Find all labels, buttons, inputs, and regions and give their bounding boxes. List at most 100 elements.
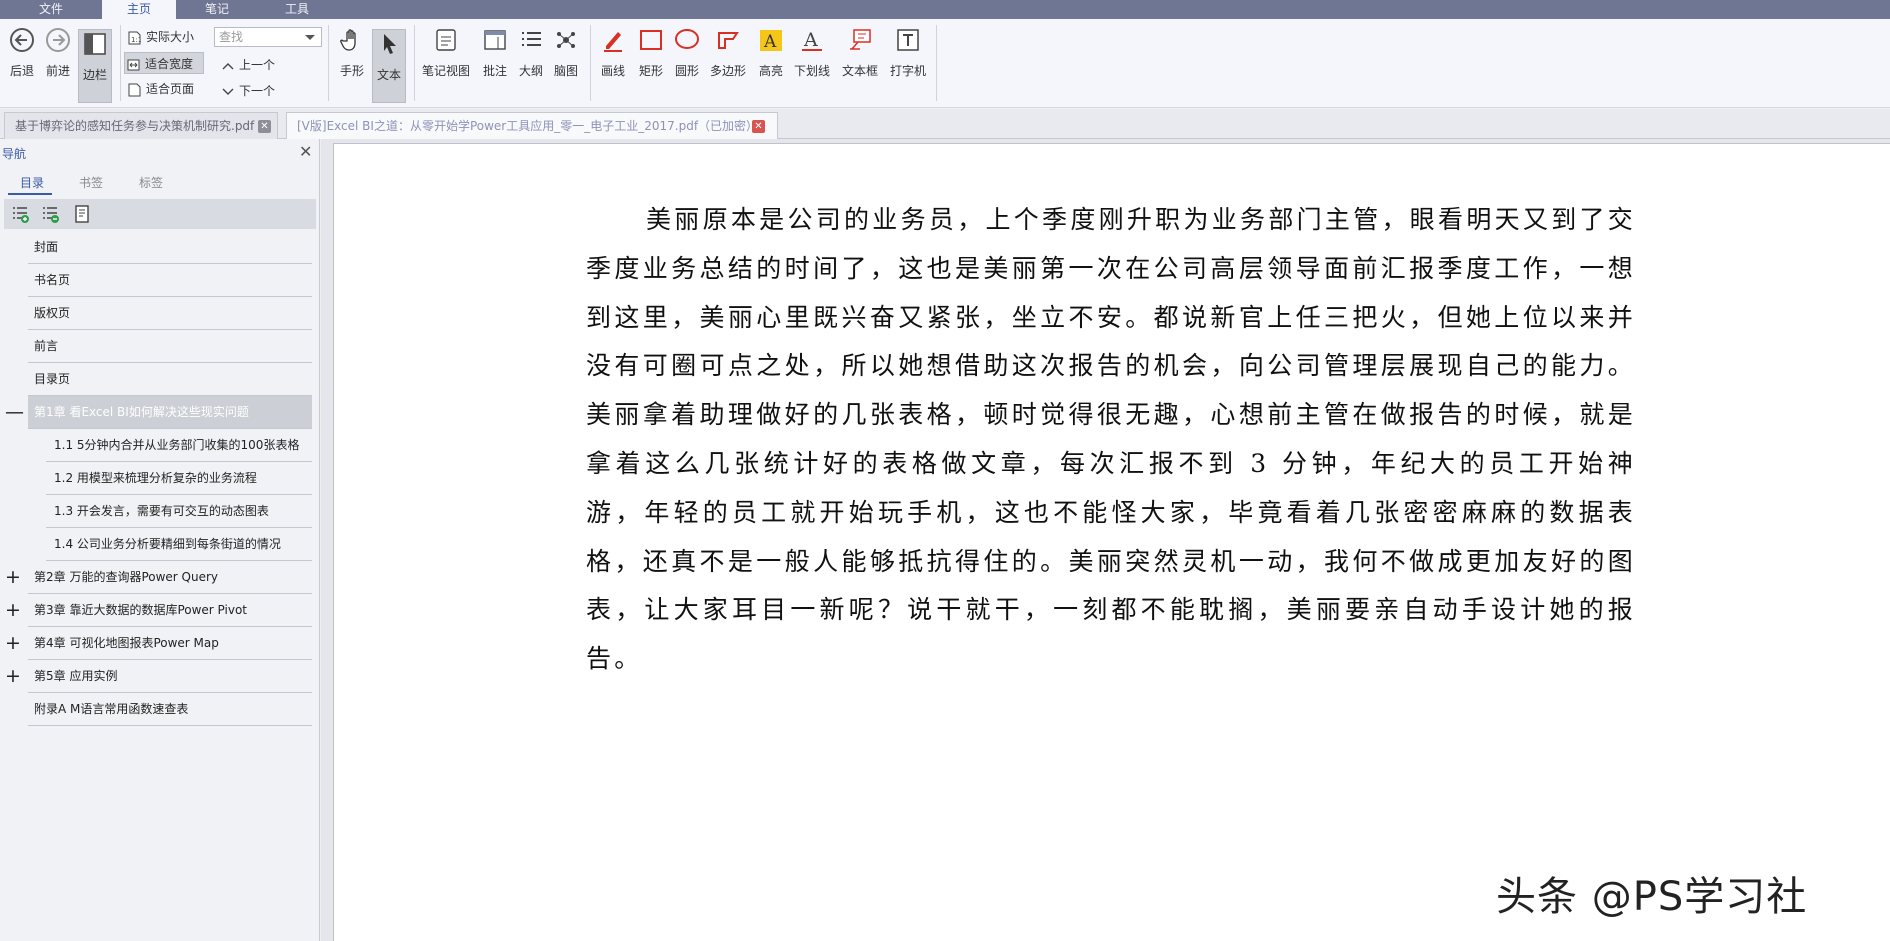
sidebar-toggle-button[interactable]: 边栏: [78, 29, 112, 103]
toc-item-label: 1.2 用模型来梳理分析复杂的业务流程: [54, 471, 257, 485]
expand-all-icon[interactable]: [10, 204, 30, 224]
back-label: 后退: [9, 64, 34, 78]
expand-toggle-icon[interactable]: +: [5, 627, 21, 660]
toc-item[interactable]: 第2章 万能的查询器Power Query: [28, 561, 312, 594]
watermark: 头条 @PS学习社: [1496, 874, 1808, 920]
collapse-all-icon[interactable]: [40, 204, 60, 224]
close-tab-icon[interactable]: ✕: [258, 120, 271, 133]
circle-tool-label: 圆形: [674, 64, 699, 78]
toc-item[interactable]: 附录A M语言常用函数速查表: [28, 693, 312, 726]
svg-text:A: A: [763, 32, 777, 52]
document-tab-title: 基于博弈论的感知任务参与决策机制研究.pdf: [15, 119, 255, 133]
arrow-right-circle-icon: [46, 28, 70, 52]
toc-item[interactable]: 版权页: [28, 297, 312, 330]
locate-page-icon[interactable]: [72, 204, 92, 224]
pen-tool-label: 画线: [600, 64, 625, 78]
find-prev-button[interactable]: 上一个: [220, 54, 290, 76]
note-view-label: 笔记视图: [421, 64, 470, 78]
polygon-tool-button[interactable]: 多边形: [708, 27, 748, 79]
toc-item[interactable]: 前言: [28, 330, 312, 363]
document-tab-bar: 基于博弈论的感知任务参与决策机制研究.pdf ✕ [V版]Excel BI之道：…: [0, 109, 1890, 139]
toc-item-label: 版权页: [34, 306, 71, 320]
chevron-up-icon: [222, 62, 234, 69]
menu-tab-notes[interactable]: 笔记: [190, 0, 244, 19]
fit-width-button[interactable]: 适合宽度: [124, 52, 204, 74]
toc-item[interactable]: 封面: [28, 231, 312, 264]
menu-tab-home[interactable]: 主页: [102, 0, 176, 19]
navigation-sidebar: 导航 ✕ 目录 书签 标签 封面 书名页 版权页 前言 目录页 — 第1章 看E…: [0, 139, 320, 941]
fit-page-button[interactable]: 适合页面: [126, 78, 202, 100]
typewriter-tool-button[interactable]: 打字机: [888, 27, 928, 79]
toc-subitem[interactable]: 1.3 开会发言，需要有可交互的动态图表: [46, 495, 312, 528]
mindmap-button[interactable]: 脑图: [551, 27, 581, 79]
document-tab-1[interactable]: 基于博弈论的感知任务参与决策机制研究.pdf ✕: [4, 112, 278, 139]
tab-tags[interactable]: 标签: [139, 174, 163, 191]
note-view-icon: [436, 29, 456, 51]
toc-item-label: 1.4 公司业务分析要精细到每条街道的情况: [54, 537, 281, 551]
tab-bookmarks[interactable]: 书签: [79, 174, 103, 191]
mindmap-label: 脑图: [553, 64, 578, 78]
toc-item-label: 第1章 看Excel BI如何解决这些现实问题: [34, 405, 249, 419]
chevron-down-icon[interactable]: [305, 35, 315, 40]
pen-tool-button[interactable]: 画线: [598, 27, 628, 79]
find-prev-label: 上一个: [239, 58, 276, 72]
annotate-button[interactable]: 批注: [480, 27, 510, 79]
annotate-label: 批注: [482, 64, 507, 78]
textbox-tool-label: 文本框: [841, 64, 878, 78]
toc-item-label: 1.1 5分钟内合并从业务部门收集的100张表格: [54, 438, 300, 452]
close-tab-icon[interactable]: ✕: [752, 120, 765, 133]
toc-item[interactable]: 第5章 应用实例: [28, 660, 312, 693]
document-tab-2[interactable]: [V版]Excel BI之道：从零开始学Power工具应用_零一_电子工业_20…: [286, 112, 778, 139]
document-tab-title: [V版]Excel BI之道：从零开始学Power工具应用_零一_电子工业_20…: [297, 119, 759, 133]
rectangle-icon: [640, 30, 662, 50]
hand-icon: [340, 29, 356, 51]
highlight-icon: A: [760, 30, 782, 52]
sidebar-panel-icon: [84, 33, 106, 55]
back-button[interactable]: 后退: [8, 27, 36, 79]
toc-item[interactable]: 书名页: [28, 264, 312, 297]
find-next-button[interactable]: 下一个: [220, 80, 290, 102]
textbox-tool-button[interactable]: 文本框: [840, 27, 880, 79]
page-paragraph[interactable]: 美丽原本是公司的业务员，上个季度刚升职为业务部门主管，眼看明天又到了交季度业务总…: [586, 196, 1636, 684]
toc-item-selected[interactable]: 第1章 看Excel BI如何解决这些现实问题: [28, 396, 312, 429]
outline-button[interactable]: 大纲: [516, 27, 546, 79]
expand-toggle-icon[interactable]: +: [5, 660, 21, 693]
collapse-toggle-icon[interactable]: —: [5, 396, 24, 429]
highlight-tool-button[interactable]: A 高亮: [756, 27, 786, 79]
separator: [414, 25, 415, 101]
separator: [328, 25, 329, 101]
toc-item[interactable]: 第3章 靠近大数据的数据库Power Pivot: [28, 594, 312, 627]
toc-item-label: 书名页: [34, 273, 71, 287]
toc-subitem[interactable]: 1.1 5分钟内合并从业务部门收集的100张表格: [46, 429, 312, 462]
menu-tab-tools[interactable]: 工具: [270, 0, 324, 19]
svg-text:1:1: 1:1: [131, 36, 141, 44]
menu-tab-file[interactable]: 文件: [24, 0, 78, 19]
underline-tool-button[interactable]: A 下划线: [792, 27, 832, 79]
toc-item-label: 第5章 应用实例: [34, 669, 118, 683]
close-icon[interactable]: ✕: [299, 142, 312, 161]
expand-toggle-icon[interactable]: +: [5, 594, 21, 627]
search-input[interactable]: 查找: [214, 27, 322, 47]
text-tool-button[interactable]: 文本: [372, 29, 406, 103]
fit-width-label: 适合宽度: [145, 57, 194, 71]
toc-item[interactable]: 目录页: [28, 363, 312, 396]
mindmap-icon: [557, 32, 575, 48]
toc-item-label: 封面: [34, 240, 59, 254]
toc-item[interactable]: 第4章 可视化地图报表Power Map: [28, 627, 312, 660]
cursor-arrow-icon: [384, 34, 396, 54]
forward-button[interactable]: 前进: [44, 27, 72, 79]
chevron-down-icon: [222, 88, 234, 95]
toc-subitem[interactable]: 1.2 用模型来梳理分析复杂的业务流程: [46, 462, 312, 495]
hand-tool-button[interactable]: 手形: [336, 27, 368, 79]
rect-tool-button[interactable]: 矩形: [636, 27, 666, 79]
find-next-label: 下一个: [239, 84, 276, 98]
tab-toc[interactable]: 目录: [20, 174, 44, 191]
actual-size-button[interactable]: 1:1 实际大小: [126, 26, 202, 48]
circle-tool-button[interactable]: 圆形: [672, 27, 702, 79]
page-icon: [128, 83, 141, 96]
note-view-button[interactable]: 笔记视图: [420, 27, 472, 79]
outline-label: 大纲: [518, 64, 543, 78]
toc-subitem[interactable]: 1.4 公司业务分析要精细到每条街道的情况: [46, 528, 312, 561]
expand-toggle-icon[interactable]: +: [5, 561, 21, 594]
typewriter-tool-label: 打字机: [889, 64, 926, 78]
